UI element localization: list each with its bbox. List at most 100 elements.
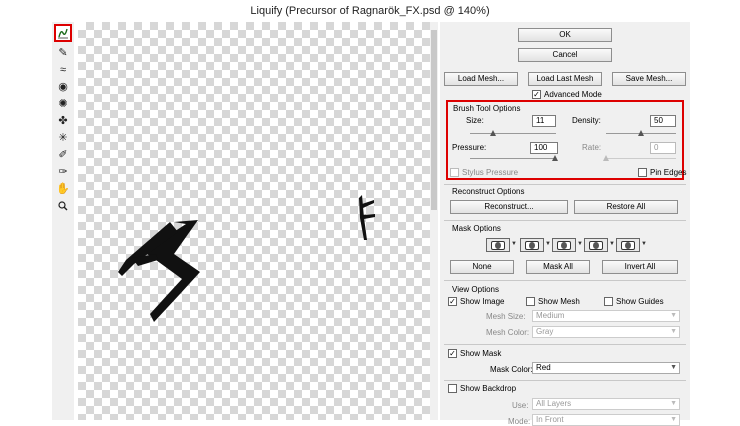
invert-all-button[interactable]: Invert All xyxy=(602,260,678,274)
push-left-tool-icon[interactable]: ✳ xyxy=(55,130,71,145)
reconstruct-options-title: Reconstruct Options xyxy=(452,187,525,196)
options-panel: OK Cancel Load Mesh... Load Last Mesh Sa… xyxy=(440,22,690,426)
mask-view-divider xyxy=(444,344,686,345)
rate-input[interactable]: 0 xyxy=(650,142,676,154)
chevron-down-icon: ▼ xyxy=(670,312,677,319)
stylus-pressure-label: Stylus Pressure xyxy=(462,168,519,177)
show-image-label: Show Image xyxy=(460,297,505,306)
backdrop-divider xyxy=(444,380,686,381)
chevron-down-icon: ▼ xyxy=(670,328,677,335)
size-input[interactable]: 11 xyxy=(532,115,556,127)
mesh-size-label: Mesh Size: xyxy=(486,312,526,321)
chevron-down-icon[interactable]: ▼ xyxy=(641,241,647,247)
chevron-down-icon[interactable]: ▼ xyxy=(609,241,615,247)
ok-button[interactable]: OK xyxy=(518,28,612,42)
forward-warp-tool-icon[interactable] xyxy=(54,24,72,42)
pin-edges-checkbox[interactable] xyxy=(638,168,647,177)
show-image-checkbox[interactable]: ✓ xyxy=(448,297,457,306)
mask-options-title: Mask Options xyxy=(452,224,501,233)
restore-all-button[interactable]: Restore All xyxy=(574,200,678,214)
window-right-margin xyxy=(690,0,740,420)
chevron-down-icon: ▼ xyxy=(670,400,677,407)
show-mesh-checkbox[interactable] xyxy=(526,297,535,306)
mode-select[interactable]: In Front ▼ xyxy=(532,414,680,426)
advanced-mode-checkbox[interactable]: ✓ xyxy=(532,90,541,99)
chevron-down-icon: ▼ xyxy=(670,364,677,371)
bloat-tool-icon[interactable]: ✤ xyxy=(55,113,71,128)
view-options-title: View Options xyxy=(452,285,499,294)
show-mesh-label: Show Mesh xyxy=(538,297,580,306)
mesh-color-label: Mesh Color: xyxy=(486,328,530,337)
mask-color-label: Mask Color: xyxy=(490,365,533,374)
density-label: Density: xyxy=(572,116,601,125)
pressure-input[interactable]: 100 xyxy=(530,142,558,154)
pucker-tool-icon[interactable]: ✺ xyxy=(55,96,71,111)
window-title: Liquify (Precursor of Ragnarök_FX.psd @ … xyxy=(0,0,740,22)
thaw-mask-tool-icon[interactable]: ✑ xyxy=(55,164,71,179)
mode-label: Mode: xyxy=(508,417,531,426)
chevron-down-icon: ▼ xyxy=(670,416,677,423)
mask-divider xyxy=(444,220,686,221)
twirl-clockwise-tool-icon[interactable]: ◉ xyxy=(55,79,71,94)
mesh-color-value: Gray xyxy=(536,327,554,336)
rate-label: Rate: xyxy=(582,143,602,152)
reconstruct-button[interactable]: Reconstruct... xyxy=(450,200,568,214)
show-guides-label: Show Guides xyxy=(616,297,664,306)
chevron-down-icon[interactable]: ▼ xyxy=(511,241,517,247)
size-slider[interactable] xyxy=(470,130,556,136)
replace-selection-button[interactable] xyxy=(486,238,510,252)
rate-slider[interactable] xyxy=(603,155,676,161)
rate-slider-knob[interactable] xyxy=(603,155,609,161)
subtract-from-selection-button[interactable] xyxy=(552,238,576,252)
pressure-slider-knob[interactable] xyxy=(552,155,558,161)
subtract-from-selection-icon xyxy=(557,240,571,250)
add-to-selection-button[interactable] xyxy=(520,238,544,252)
use-label: Use: xyxy=(512,401,529,410)
reconstruct-divider xyxy=(444,184,686,185)
reconstruct-tool-icon[interactable]: ✎ xyxy=(55,45,71,60)
preview-canvas[interactable] xyxy=(78,22,430,420)
intersect-selection-button[interactable] xyxy=(584,238,608,252)
scrollbar-thumb[interactable] xyxy=(431,30,437,210)
chevron-down-icon[interactable]: ▼ xyxy=(577,241,583,247)
canvas-vertical-scrollbar[interactable] xyxy=(430,22,438,420)
invert-selection-button[interactable] xyxy=(616,238,640,252)
invert-selection-icon xyxy=(621,240,635,250)
density-input[interactable]: 50 xyxy=(650,115,676,127)
show-mask-checkbox[interactable]: ✓ xyxy=(448,349,457,358)
save-mesh-button[interactable]: Save Mesh... xyxy=(612,72,686,86)
show-guides-checkbox[interactable] xyxy=(604,297,613,306)
add-to-selection-icon xyxy=(525,240,539,250)
load-mesh-button[interactable]: Load Mesh... xyxy=(444,72,518,86)
show-backdrop-label: Show Backdrop xyxy=(460,384,517,393)
pin-edges-label: Pin Edges xyxy=(650,168,687,177)
size-label: Size: xyxy=(466,116,484,125)
mesh-color-select[interactable]: Gray ▼ xyxy=(532,326,680,338)
zoom-tool-icon[interactable] xyxy=(55,198,71,213)
show-backdrop-checkbox[interactable] xyxy=(448,384,457,393)
load-last-mesh-button[interactable]: Load Last Mesh xyxy=(528,72,602,86)
pressure-slider[interactable] xyxy=(470,155,558,161)
chevron-down-icon[interactable]: ▼ xyxy=(545,241,551,247)
mask-none-button[interactable]: None xyxy=(450,260,514,274)
stylus-pressure-checkbox[interactable] xyxy=(450,168,459,177)
pressure-label: Pressure: xyxy=(452,143,487,152)
use-select[interactable]: All Layers ▼ xyxy=(532,398,680,410)
liquify-toolbar: ✎ ≈ ◉ ✺ ✤ ✳ ✐ ✑ ✋ xyxy=(52,22,74,420)
freeze-mask-tool-icon[interactable]: ✐ xyxy=(55,147,71,162)
smooth-tool-icon[interactable]: ≈ xyxy=(55,62,71,77)
size-slider-knob[interactable] xyxy=(490,130,496,136)
hand-tool-icon[interactable]: ✋ xyxy=(55,181,71,196)
mask-all-button[interactable]: Mask All xyxy=(526,260,590,274)
cancel-button[interactable]: Cancel xyxy=(518,48,612,62)
use-value: All Layers xyxy=(536,399,572,408)
show-mask-label: Show Mask xyxy=(460,349,502,358)
replace-selection-icon xyxy=(491,240,505,250)
mask-color-value: Red xyxy=(536,363,551,372)
density-slider[interactable] xyxy=(606,130,676,136)
density-slider-knob[interactable] xyxy=(638,130,644,136)
mesh-size-select[interactable]: Medium ▼ xyxy=(532,310,680,322)
brush-tool-options-title: Brush Tool Options xyxy=(453,104,521,113)
mask-color-select[interactable]: Red ▼ xyxy=(532,362,680,374)
view-divider xyxy=(444,280,686,281)
